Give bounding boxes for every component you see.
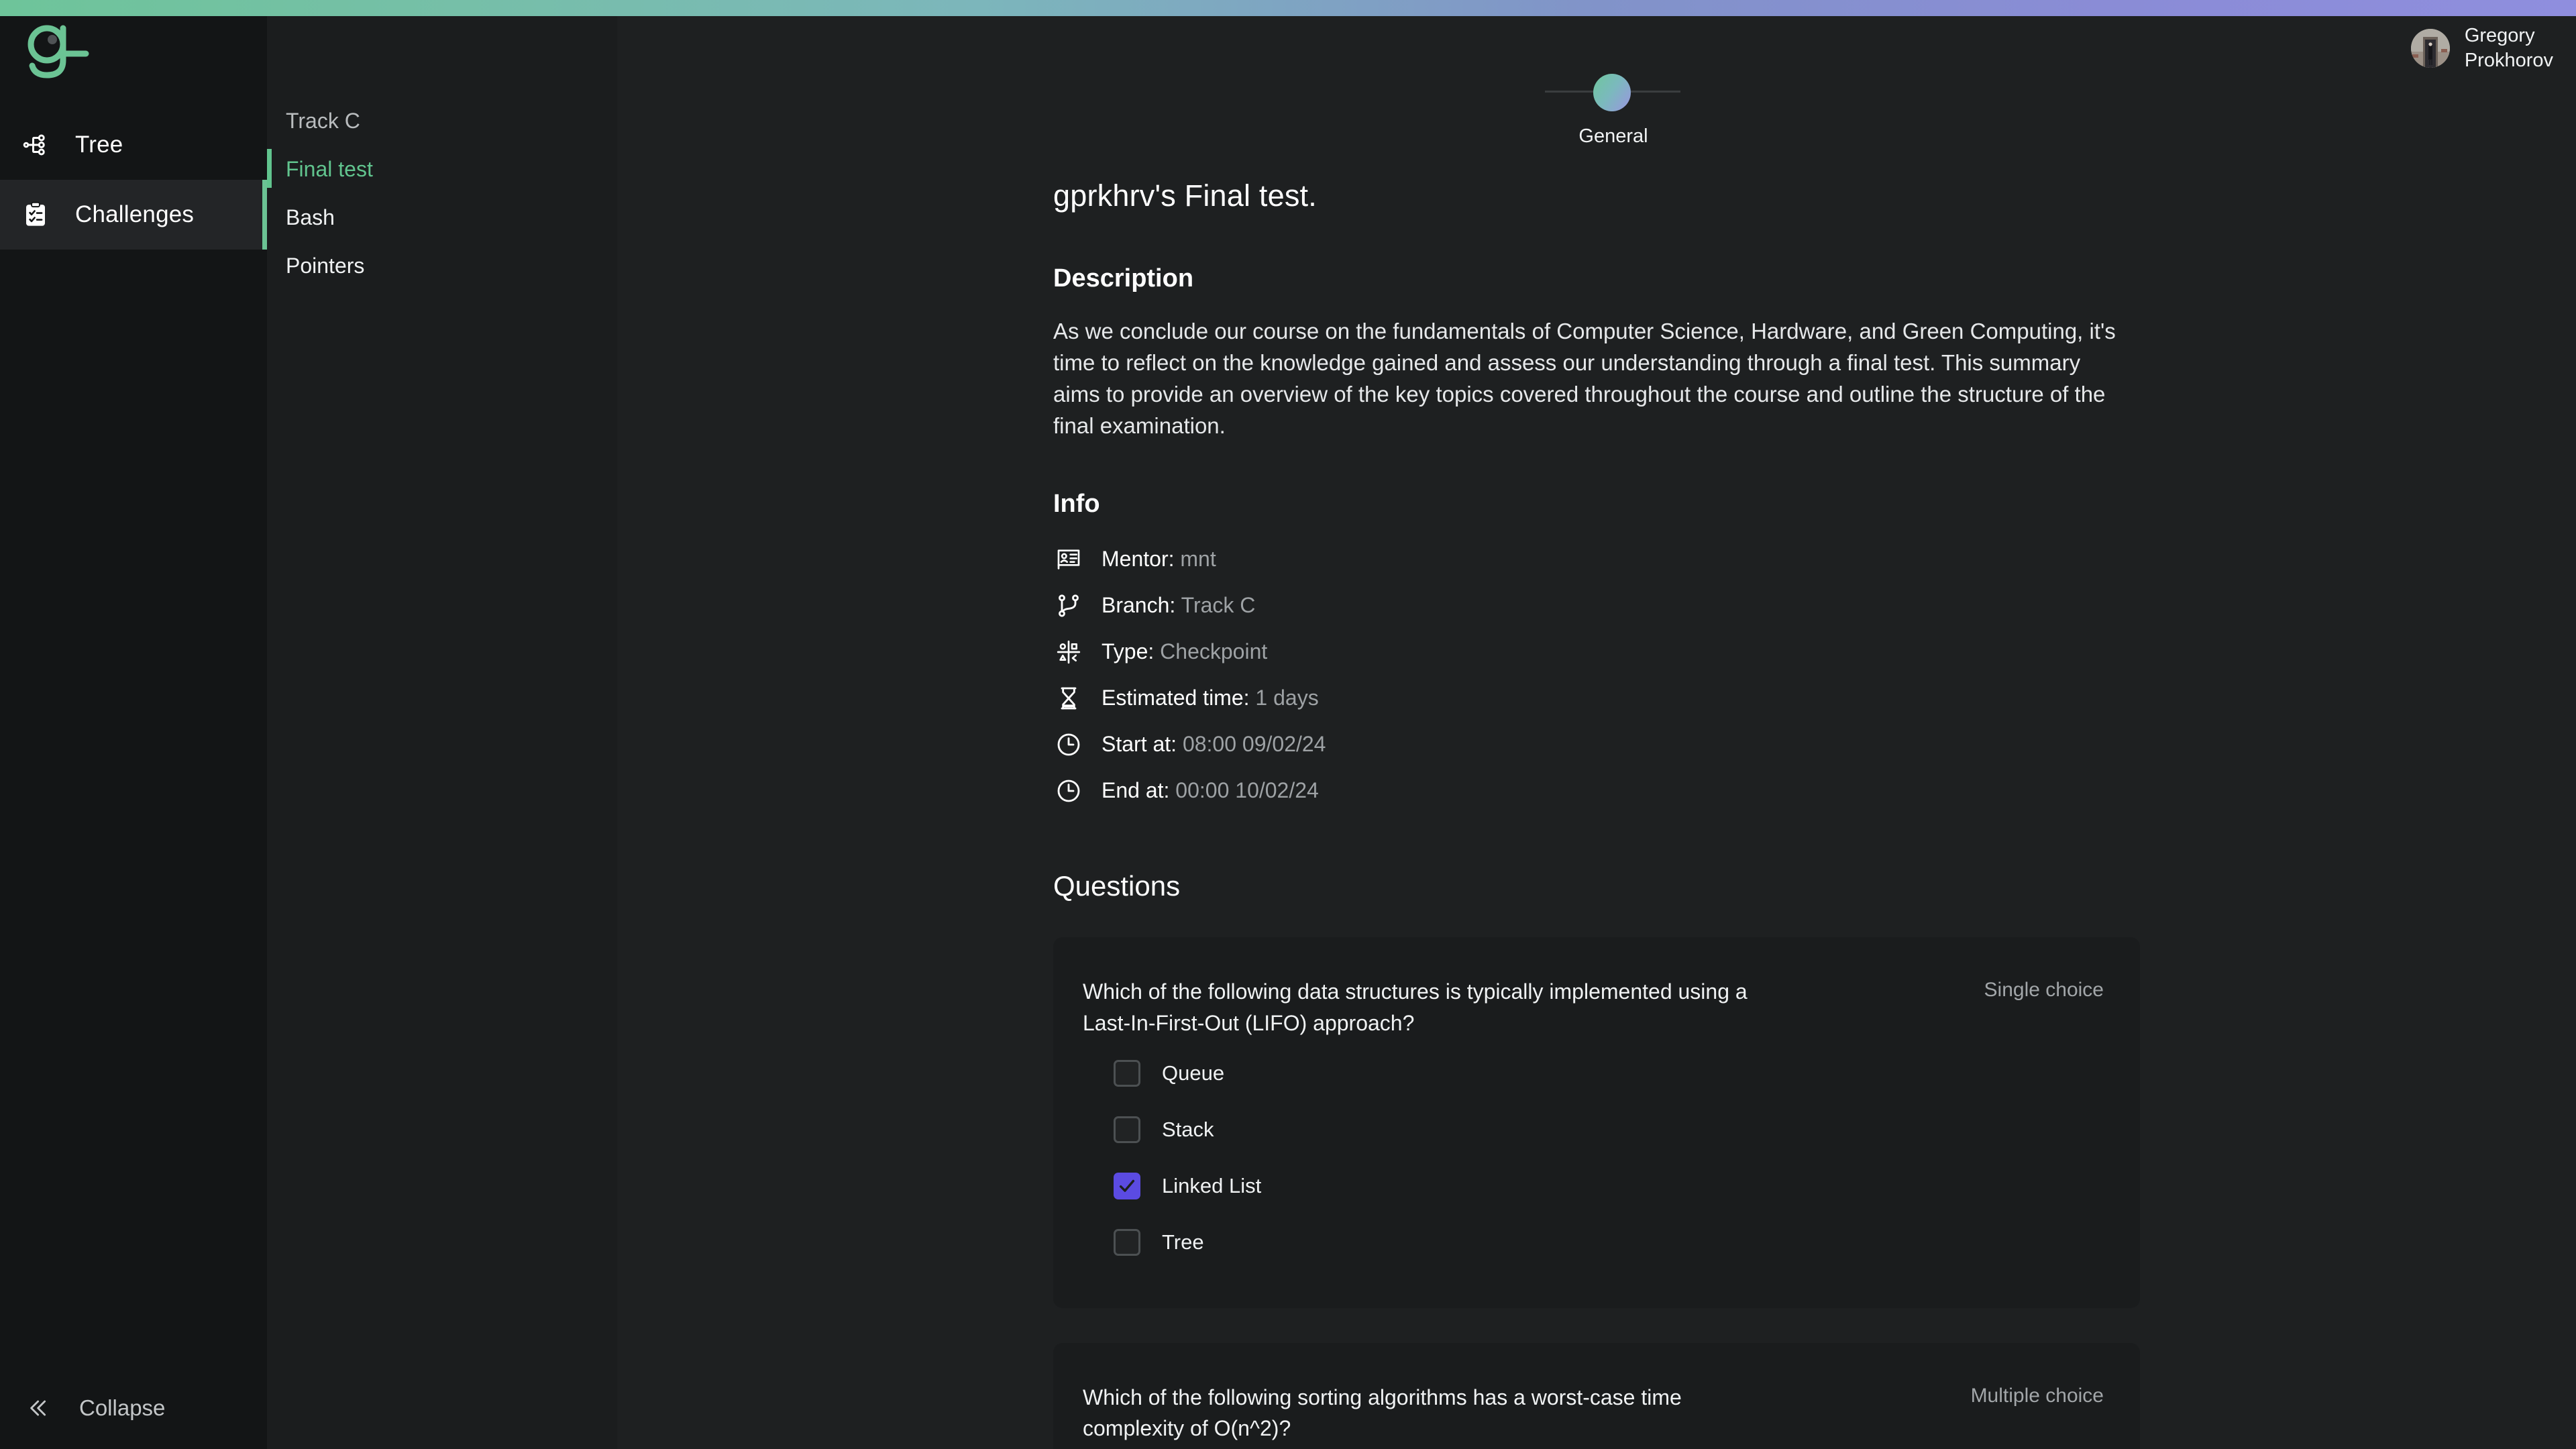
- user-name: Gregory Prokhorov: [2465, 23, 2553, 73]
- info-row-mentor: Mentor: mnt: [1053, 536, 2375, 582]
- sidebar-nav: Tree Challenges: [0, 110, 267, 250]
- info-value: Track C: [1181, 593, 1256, 618]
- checkbox-unchecked-icon[interactable]: [1114, 1059, 1140, 1087]
- double-chevron-left-icon: [21, 1393, 52, 1424]
- subpanel-item-pointers[interactable]: Pointers: [267, 241, 617, 290]
- info-row-branch: Branch: Track C: [1053, 582, 2375, 629]
- subpanel-item-bash[interactable]: Bash: [267, 193, 617, 241]
- sidebar-item-label: Tree: [75, 131, 123, 158]
- subpanel-item-label: Final test: [286, 156, 373, 181]
- option-row[interactable]: Queue: [1114, 1045, 2104, 1102]
- option-label: Tree: [1162, 1230, 1204, 1254]
- info-value: 1 days: [1255, 686, 1319, 710]
- info-value: Checkpoint: [1160, 639, 1268, 664]
- info-row-end-at: End at: 00:00 10/02/24: [1053, 767, 2375, 814]
- info-label: Estimated time:: [1102, 686, 1250, 710]
- question-header: Which of the following sorting algorithm…: [1083, 1382, 2104, 1444]
- secondary-panel: Track C Final test Bash Pointers: [267, 16, 617, 1449]
- content-column: gprkhrv's Final test. Description As we …: [617, 178, 2576, 1449]
- option-list: Queue Stack Linked List Tree: [1083, 1045, 2104, 1271]
- checkbox-unchecked-icon[interactable]: [1114, 1116, 1140, 1143]
- checkbox-checked-icon[interactable]: [1114, 1172, 1140, 1199]
- option-label: Linked List: [1162, 1173, 1262, 1197]
- stepper-step-label: General: [1578, 125, 1648, 147]
- info-label: Type:: [1102, 639, 1155, 664]
- clipboard-icon: [20, 199, 51, 230]
- stepper-step-general[interactable]: [1593, 74, 1631, 111]
- user-last-name: Prokhorov: [2464, 50, 2553, 71]
- collapse-label: Collapse: [79, 1395, 166, 1420]
- avatar: [2410, 29, 2450, 68]
- info-text-type: Type: Checkpoint: [1102, 639, 1267, 664]
- secondary-panel-list: Track C Final test Bash Pointers: [267, 16, 617, 290]
- option-label: Stack: [1162, 1117, 1214, 1141]
- subpanel-item-label: Pointers: [286, 253, 365, 278]
- primary-sidebar: Tree Challenges Collapse: [0, 16, 267, 1449]
- collapse-button[interactable]: Collapse: [0, 1393, 267, 1424]
- clock-icon: [1053, 729, 1084, 760]
- info-heading: Info: [1053, 490, 1100, 519]
- info-value: 08:00 09/02/24: [1182, 732, 1326, 757]
- type-icon: [1053, 637, 1084, 667]
- tree-icon: [20, 129, 51, 160]
- info-label: Branch:: [1102, 593, 1176, 618]
- info-row-start-at: Start at: 08:00 09/02/24: [1053, 721, 2375, 767]
- option-label: Queue: [1162, 1061, 1225, 1085]
- info-value: 00:00 10/02/24: [1175, 778, 1319, 803]
- info-list: Mentor: mnt Branch: Track C Type: Checkp…: [1053, 536, 2375, 814]
- info-row-estimated-time: Estimated time: 1 days: [1053, 675, 2375, 721]
- user-first-name: Gregory: [2464, 25, 2535, 47]
- question-kind-badge: Single choice: [1984, 979, 2104, 1002]
- info-label: Mentor:: [1102, 547, 1175, 572]
- info-label: Start at:: [1102, 732, 1177, 757]
- info-text-start-at: Start at: 08:00 09/02/24: [1102, 732, 1326, 757]
- question-text: Which of the following sorting algorithm…: [1083, 1385, 1682, 1440]
- info-text-branch: Branch: Track C: [1102, 593, 1255, 618]
- mentor-icon: [1053, 544, 1084, 575]
- info-text-mentor: Mentor: mnt: [1102, 547, 1216, 572]
- page-title: gprkhrv's Final test.: [1053, 178, 1317, 213]
- question-card: Which of the following sorting algorithm…: [1053, 1342, 2140, 1449]
- sidebar-item-challenges[interactable]: Challenges: [0, 180, 267, 250]
- checkbox-unchecked-icon[interactable]: [1114, 1228, 1140, 1256]
- option-row[interactable]: Tree: [1114, 1214, 2104, 1271]
- sidebar-item-tree[interactable]: Tree: [0, 110, 267, 180]
- description-heading: Description: [1053, 264, 1194, 292]
- g-logo-icon: [28, 25, 89, 78]
- sidebar-item-label: Challenges: [75, 201, 195, 227]
- user-menu[interactable]: Gregory Prokhorov: [2410, 16, 2553, 80]
- question-header: Which of the following data structures i…: [1083, 976, 2104, 1038]
- subpanel-item-track-c[interactable]: Track C: [267, 97, 617, 145]
- app-logo[interactable]: [20, 21, 101, 95]
- top-gradient-bar: [0, 0, 2576, 16]
- clock-icon: [1053, 775, 1084, 806]
- hourglass-icon: [1053, 683, 1084, 714]
- info-text-end-at: End at: 00:00 10/02/24: [1102, 778, 1319, 803]
- info-label: End at:: [1102, 778, 1170, 803]
- info-row-type: Type: Checkpoint: [1053, 629, 2375, 675]
- question-kind-badge: Multiple choice: [1970, 1384, 2104, 1407]
- subpanel-item-label: Track C: [286, 108, 360, 133]
- subpanel-item-label: Bash: [286, 205, 335, 229]
- option-row[interactable]: Stack: [1114, 1102, 2104, 1158]
- option-row[interactable]: Linked List: [1114, 1158, 2104, 1214]
- questions-heading: Questions: [1053, 870, 1181, 902]
- question-text: Which of the following data structures i…: [1083, 979, 1748, 1035]
- info-value: mnt: [1180, 547, 1216, 572]
- subpanel-item-final-test[interactable]: Final test: [267, 145, 617, 193]
- app-root: Tree Challenges Collapse Track C Final t…: [0, 0, 2576, 1449]
- main-content: General gprkhrv's Final test. Descriptio…: [617, 16, 2576, 1449]
- description-text: As we conclude our course on the fundame…: [1053, 319, 2116, 438]
- info-text-estimated-time: Estimated time: 1 days: [1102, 686, 1319, 710]
- branch-icon: [1053, 590, 1084, 621]
- question-card: Which of the following data structures i…: [1053, 937, 2140, 1308]
- stepper: General: [617, 16, 2576, 147]
